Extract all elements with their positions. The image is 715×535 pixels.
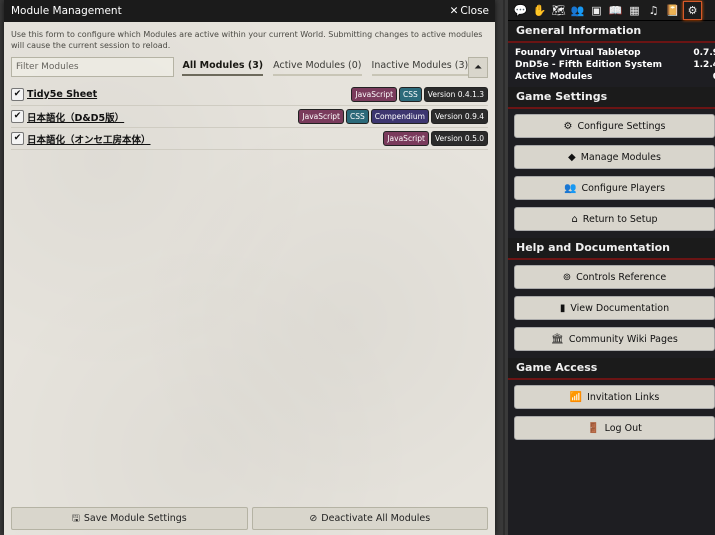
help-documentation-header: Help and Documentation	[508, 238, 715, 260]
tab-all-modules[interactable]: All Modules (3)	[182, 58, 264, 76]
info-value: 0.7.9	[693, 48, 715, 58]
module-checkbox[interactable]: ✔	[11, 88, 24, 101]
tab-active-modules[interactable]: Active Modules (0)	[273, 58, 362, 76]
view-documentation-button[interactable]: ▮ View Documentation	[514, 296, 715, 320]
tag-compendium: Compendium	[370, 109, 429, 124]
module-filter-tabs: All Modules (3) Active Modules (0) Inact…	[182, 58, 469, 76]
module-management-window: Module Management ✕ Close Use this form …	[4, 0, 495, 535]
sidebar-tabs: 💬 ✋ 🗺 👥 ▣ 📖 ▦ ♫ 📔 ⚙	[508, 0, 715, 21]
table-icon[interactable]: ▦	[626, 2, 643, 19]
button-label: Controls Reference	[576, 271, 667, 283]
module-title[interactable]: 日本語化（オンセ工房本体）	[27, 132, 151, 146]
info-label: DnD5e - Fifth Edition System	[515, 60, 662, 70]
deactivate-all-modules-button[interactable]: ⊘ Deactivate All Modules	[251, 507, 488, 530]
door-icon: 🚪	[587, 422, 600, 434]
info-label: Active Modules	[515, 72, 593, 82]
game-settings-header: Game Settings	[508, 87, 715, 109]
module-list: ✔ Tidy5e Sheet JavaScript CSS Version 0.…	[4, 84, 495, 150]
tag-version: Version 0.4.1.3	[423, 87, 488, 102]
window-title: Module Management	[11, 5, 122, 17]
gamepad-icon: ⊚	[562, 271, 572, 283]
intro-text: Use this form to configure which Modules…	[11, 30, 483, 50]
tag-javascript: JavaScript	[383, 131, 429, 146]
invitation-links-button[interactable]: 📶 Invitation Links	[514, 385, 715, 409]
community-wiki-button[interactable]: 🏛 Community Wiki Pages	[514, 327, 715, 351]
music-icon[interactable]: ♫	[645, 2, 662, 19]
manage-modules-button[interactable]: ◆ Manage Modules	[514, 145, 715, 169]
save-label: Save Module Settings	[83, 513, 187, 524]
info-row: Active Modules0	[515, 71, 715, 83]
module-footer: 🖫 Save Module Settings ⊘ Deactivate All …	[11, 507, 488, 530]
settings-icon[interactable]: ⚙	[683, 0, 702, 20]
button-label: Log Out	[604, 422, 642, 434]
cube-icon[interactable]: ▣	[588, 2, 605, 19]
chat-icon[interactable]: 💬	[512, 2, 529, 19]
info-row: Foundry Virtual Tabletop 0.7.9	[515, 47, 715, 59]
collapse-all-button[interactable]: ⏶	[468, 56, 488, 78]
cogs-icon: ⚙	[563, 120, 573, 132]
dice-icon[interactable]: ✋	[531, 2, 548, 19]
map-icon[interactable]: 🗺	[550, 2, 567, 19]
module-row: ✔ 日本語化（D&D5版） JavaScript CSS Compendium …	[11, 106, 488, 128]
log-out-button[interactable]: 🚪 Log Out	[514, 416, 715, 440]
save-module-settings-button[interactable]: 🖫 Save Module Settings	[11, 507, 248, 530]
configure-settings-button[interactable]: ⚙ Configure Settings	[514, 114, 715, 138]
module-tags: JavaScript CSS Compendium Version 0.9.4	[298, 109, 488, 124]
university-icon: 🏛	[551, 333, 564, 345]
general-information-header: General Information	[508, 21, 715, 43]
cube-icon: ◆	[568, 151, 576, 163]
book-icon: ▮	[559, 302, 566, 314]
sidebar: 💬 ✋ 🗺 👥 ▣ 📖 ▦ ♫ 📔 ⚙ General Information …	[508, 0, 715, 535]
close-icon: ✕	[449, 5, 459, 17]
module-row: ✔ 日本語化（オンセ工房本体） JavaScript Version 0.5.0	[11, 128, 488, 150]
module-tags: JavaScript CSS Version 0.4.1.3	[351, 87, 488, 102]
save-icon: 🖫	[71, 512, 80, 524]
journal-icon[interactable]: 📖	[607, 2, 624, 19]
tag-css: CSS	[346, 109, 369, 124]
return-to-setup-button[interactable]: ⌂ Return to Setup	[514, 207, 715, 231]
button-label: Configure Players	[581, 182, 666, 194]
tag-version: Version 0.9.4	[430, 109, 488, 124]
filter-modules-input[interactable]	[11, 57, 175, 77]
info-value: 1.2.4	[693, 60, 715, 70]
tag-javascript: JavaScript	[298, 109, 345, 124]
close-label: Close	[460, 5, 489, 17]
module-row: ✔ Tidy5e Sheet JavaScript CSS Version 0.…	[11, 84, 488, 106]
tag-css: CSS	[399, 87, 422, 102]
module-title[interactable]: 日本語化（D&D5版）	[27, 110, 124, 124]
wifi-icon: 📶	[569, 391, 583, 403]
close-button[interactable]: ✕ Close	[450, 5, 489, 17]
button-label: Return to Setup	[582, 213, 658, 225]
users-icon: 👥	[563, 182, 577, 194]
general-info: Foundry Virtual Tabletop 0.7.9 DnD5e - Fi…	[514, 43, 715, 87]
controls-reference-button[interactable]: ⊚ Controls Reference	[514, 265, 715, 289]
settings-panel: General Information Foundry Virtual Tabl…	[508, 21, 715, 440]
module-checkbox[interactable]: ✔	[11, 132, 24, 145]
home-icon: ⌂	[571, 213, 578, 225]
deactivate-label: Deactivate All Modules	[321, 513, 431, 524]
game-access-header: Game Access	[508, 358, 715, 380]
sidebar-divider	[503, 0, 505, 535]
button-label: Invitation Links	[587, 391, 660, 403]
tab-inactive-modules[interactable]: Inactive Modules (3)	[371, 58, 469, 76]
module-title[interactable]: Tidy5e Sheet	[27, 89, 97, 100]
module-checkbox[interactable]: ✔	[11, 110, 24, 123]
module-tags: JavaScript Version 0.5.0	[383, 131, 488, 146]
chevrons-up-icon: ⏶	[474, 61, 483, 73]
tag-version: Version 0.5.0	[430, 131, 488, 146]
tag-javascript: JavaScript	[351, 87, 398, 102]
info-row: DnD5e - Fifth Edition System 1.2.4	[515, 59, 715, 71]
compendium-icon[interactable]: 📔	[664, 2, 681, 19]
info-label: Foundry Virtual Tabletop	[515, 48, 641, 58]
window-titlebar[interactable]: Module Management ✕ Close	[4, 0, 495, 22]
users-icon[interactable]: 👥	[569, 2, 586, 19]
button-label: Community Wiki Pages	[568, 333, 678, 345]
configure-players-button[interactable]: 👥 Configure Players	[514, 176, 715, 200]
button-label: Configure Settings	[577, 120, 666, 132]
button-label: View Documentation	[570, 302, 670, 314]
module-controls: All Modules (3) Active Modules (0) Inact…	[4, 56, 495, 78]
button-label: Manage Modules	[580, 151, 661, 163]
ban-icon: ⊘	[309, 513, 318, 524]
